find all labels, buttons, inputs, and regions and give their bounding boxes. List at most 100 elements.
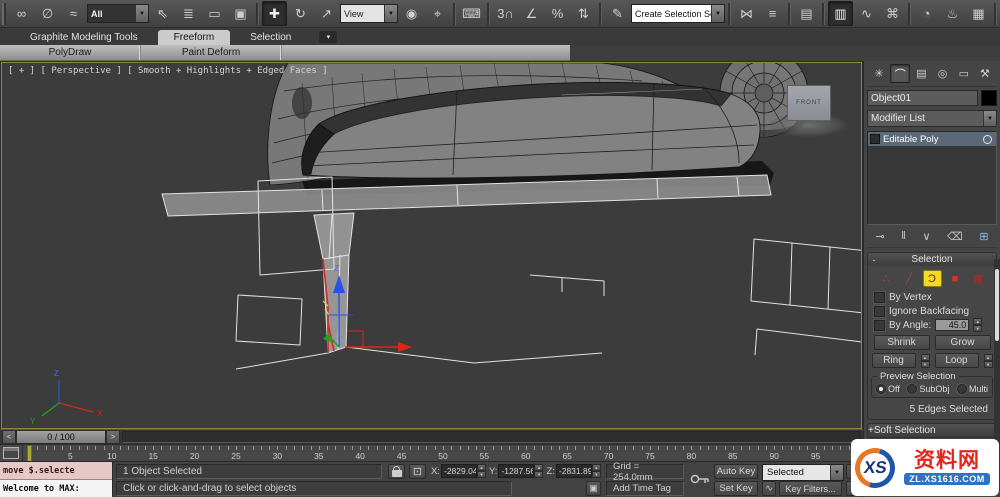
select-and-move-button[interactable]: ✚	[262, 1, 287, 26]
ring-button[interactable]: Ring	[871, 353, 916, 368]
percent-snap-toggle-button[interactable]: %	[545, 1, 570, 26]
dropdown-arrow-icon[interactable]: ▼	[135, 5, 148, 22]
tab-freeform[interactable]: Freeform	[157, 30, 231, 45]
listener-output-line[interactable]: Welcome to MAX:	[0, 480, 112, 497]
absolute-mode-toggle[interactable]: ⊡	[409, 464, 426, 479]
pin-stack-button[interactable]: ⊸	[875, 230, 884, 243]
tab-motion[interactable]: ◎	[933, 64, 953, 83]
open-mini-curve-editor-button[interactable]	[0, 445, 23, 461]
tab-display[interactable]: ▭	[954, 64, 974, 83]
viewcube[interactable]: FRONT	[769, 85, 847, 137]
subtab-paint-deform[interactable]: Paint Deform	[141, 45, 282, 60]
key-mode-dropdown[interactable]: Selected ▼	[762, 464, 844, 481]
x-coord-spinner[interactable]: ▲ ▼	[476, 464, 486, 478]
keyboard-shortcut-override-toggle-button[interactable]: ⌨	[459, 1, 484, 26]
radio-option-subobj[interactable]: SubObj	[907, 384, 949, 394]
select-and-manipulate-button[interactable]: ⌖	[425, 1, 450, 26]
rollout-soft-selection[interactable]: + Soft Selection	[867, 423, 997, 438]
viewport-scene[interactable]: Z X Y Z	[2, 63, 861, 428]
select-and-rotate-button[interactable]: ↻	[288, 1, 313, 26]
lightbulb-icon[interactable]	[983, 134, 992, 144]
bind-to-space-warp-button[interactable]: ≈	[61, 1, 86, 26]
current-frame-marker[interactable]	[27, 445, 32, 461]
select-by-name-button[interactable]: ≣	[176, 1, 201, 26]
z-coord-field[interactable]: -2831.899	[555, 464, 592, 478]
radio-option-multi[interactable]: Multi	[956, 384, 988, 394]
manage-layers-button[interactable]: ▤	[794, 1, 819, 26]
ring-spinner[interactable]: ▲ ▼	[920, 353, 930, 368]
viewport-label[interactable]: [ + ] [ Perspective ] [ Smooth + Highlig…	[8, 66, 328, 76]
graphite-modeling-ribbon-toggle-button[interactable]: ▥	[828, 1, 853, 26]
unlink-selection-button[interactable]: ∅	[35, 1, 60, 26]
x-coord-field[interactable]: -2829.048	[440, 464, 477, 478]
key-filters-button[interactable]: Key Filters...	[779, 481, 842, 496]
rollout-selection-header[interactable]: - Selection	[868, 253, 996, 266]
selection-lock-toggle[interactable]	[388, 464, 405, 479]
rendered-frame-window-button[interactable]: ▦	[966, 1, 991, 26]
subtab-polydraw[interactable]: PolyDraw	[0, 45, 141, 60]
loop-spinner[interactable]: ▲ ▼	[983, 353, 993, 368]
set-key-button[interactable]: Set Key	[714, 481, 758, 496]
reference-coordinate-system-dropdown[interactable]: View ▼	[340, 4, 398, 23]
remove-modifier-button[interactable]: ⌫	[947, 230, 963, 243]
subobject-edge-button[interactable]: ╱	[900, 270, 919, 287]
edit-named-selection-sets-button[interactable]: ✎	[605, 1, 630, 26]
align-button[interactable]: ≡	[760, 1, 785, 26]
shrink-button[interactable]: Shrink	[873, 335, 930, 350]
make-unique-button[interactable]: ∨	[922, 230, 930, 243]
track-bar-ruler[interactable]: 0510152025303540455055606570758085909510…	[23, 445, 863, 461]
schematic-view-button[interactable]: ⌘	[880, 1, 905, 26]
y-coord-spinner[interactable]: ▲ ▼	[534, 464, 544, 478]
curve-editor-button[interactable]: ∿	[854, 1, 879, 26]
tab-graphite-modeling-tools[interactable]: Graphite Modeling Tools	[14, 30, 154, 45]
z-coord-spinner[interactable]: ▲ ▼	[591, 464, 601, 478]
tab-hierarchy[interactable]: ▤	[911, 64, 931, 83]
tab-utilities[interactable]: ⚒	[975, 64, 995, 83]
listener-macro-line[interactable]: move $.selecte	[0, 462, 112, 480]
next-frame-button[interactable]: >	[106, 430, 120, 444]
ribbon-minimize-button[interactable]: ▾	[319, 31, 338, 43]
mirror-button[interactable]: ⋈	[734, 1, 759, 26]
render-setup-button[interactable]: ♨	[940, 1, 965, 26]
subobject-polygon-button[interactable]: ■	[946, 270, 965, 287]
angle-snap-toggle-button[interactable]: ∠	[519, 1, 544, 26]
rectangular-selection-region-button[interactable]: ▭	[202, 1, 227, 26]
by-vertex-checkbox[interactable]	[874, 291, 885, 303]
time-slider-handle[interactable]: 0 / 100	[16, 430, 106, 444]
tab-modify[interactable]: ⌒	[890, 64, 911, 83]
add-time-tag[interactable]: Add Time Tag	[606, 481, 684, 496]
snaps-toggle-button[interactable]: 3∩	[493, 1, 518, 26]
scrollbar-thumb[interactable]	[995, 269, 999, 341]
subobject-vertex-button[interactable]: ∴	[877, 270, 896, 287]
use-pivot-point-center-button[interactable]: ◉	[399, 1, 424, 26]
tab-create[interactable]: ✳	[869, 64, 889, 83]
subobject-border-button[interactable]: Ɔ	[922, 270, 942, 287]
stack-item-editable-poly[interactable]: Editable Poly	[868, 132, 996, 146]
gizmo-x-arrowhead[interactable]	[398, 342, 412, 352]
radio-option-off[interactable]: Off	[876, 384, 900, 394]
select-object-button[interactable]: ⇖	[150, 1, 175, 26]
key-filter-curve-icon[interactable]: ∿	[762, 481, 776, 496]
dropdown-arrow-icon[interactable]: ▼	[384, 5, 397, 22]
show-end-result-button[interactable]: ‖	[901, 230, 906, 242]
window-crossing-toggle-button[interactable]: ▣	[228, 1, 253, 26]
by-angle-checkbox[interactable]	[874, 319, 885, 331]
modifier-list-dropdown[interactable]: Modifier List ▼	[867, 110, 997, 127]
maxscript-mini-listener[interactable]: move $.selecte Welcome to MAX:	[0, 462, 113, 497]
ignore-backfacing-checkbox[interactable]	[874, 305, 885, 317]
by-angle-spinner[interactable]: ▲ ▼	[973, 318, 983, 332]
named-selection-sets-dropdown[interactable]: Create Selection Se ▼	[631, 4, 725, 23]
y-coord-field[interactable]: -1287.562	[498, 464, 535, 478]
toolbar-grip[interactable]	[2, 2, 6, 25]
dropdown-arrow-icon[interactable]: ▼	[711, 5, 724, 22]
object-color-swatch[interactable]	[981, 90, 997, 106]
spinner-snap-toggle-button[interactable]: ⇅	[571, 1, 596, 26]
subobject-element-button[interactable]: ▦	[969, 270, 988, 287]
select-and-link-button[interactable]: ∞	[9, 1, 34, 26]
selection-filter-dropdown[interactable]: All ▼	[87, 4, 149, 23]
by-angle-field[interactable]: 45.0	[935, 319, 970, 331]
material-editor-button[interactable]: ◔	[914, 1, 939, 26]
loop-button[interactable]: Loop	[934, 353, 979, 368]
configure-modifier-sets-button[interactable]: ⊞	[979, 230, 988, 243]
viewcube-cube[interactable]: FRONT	[787, 85, 831, 121]
